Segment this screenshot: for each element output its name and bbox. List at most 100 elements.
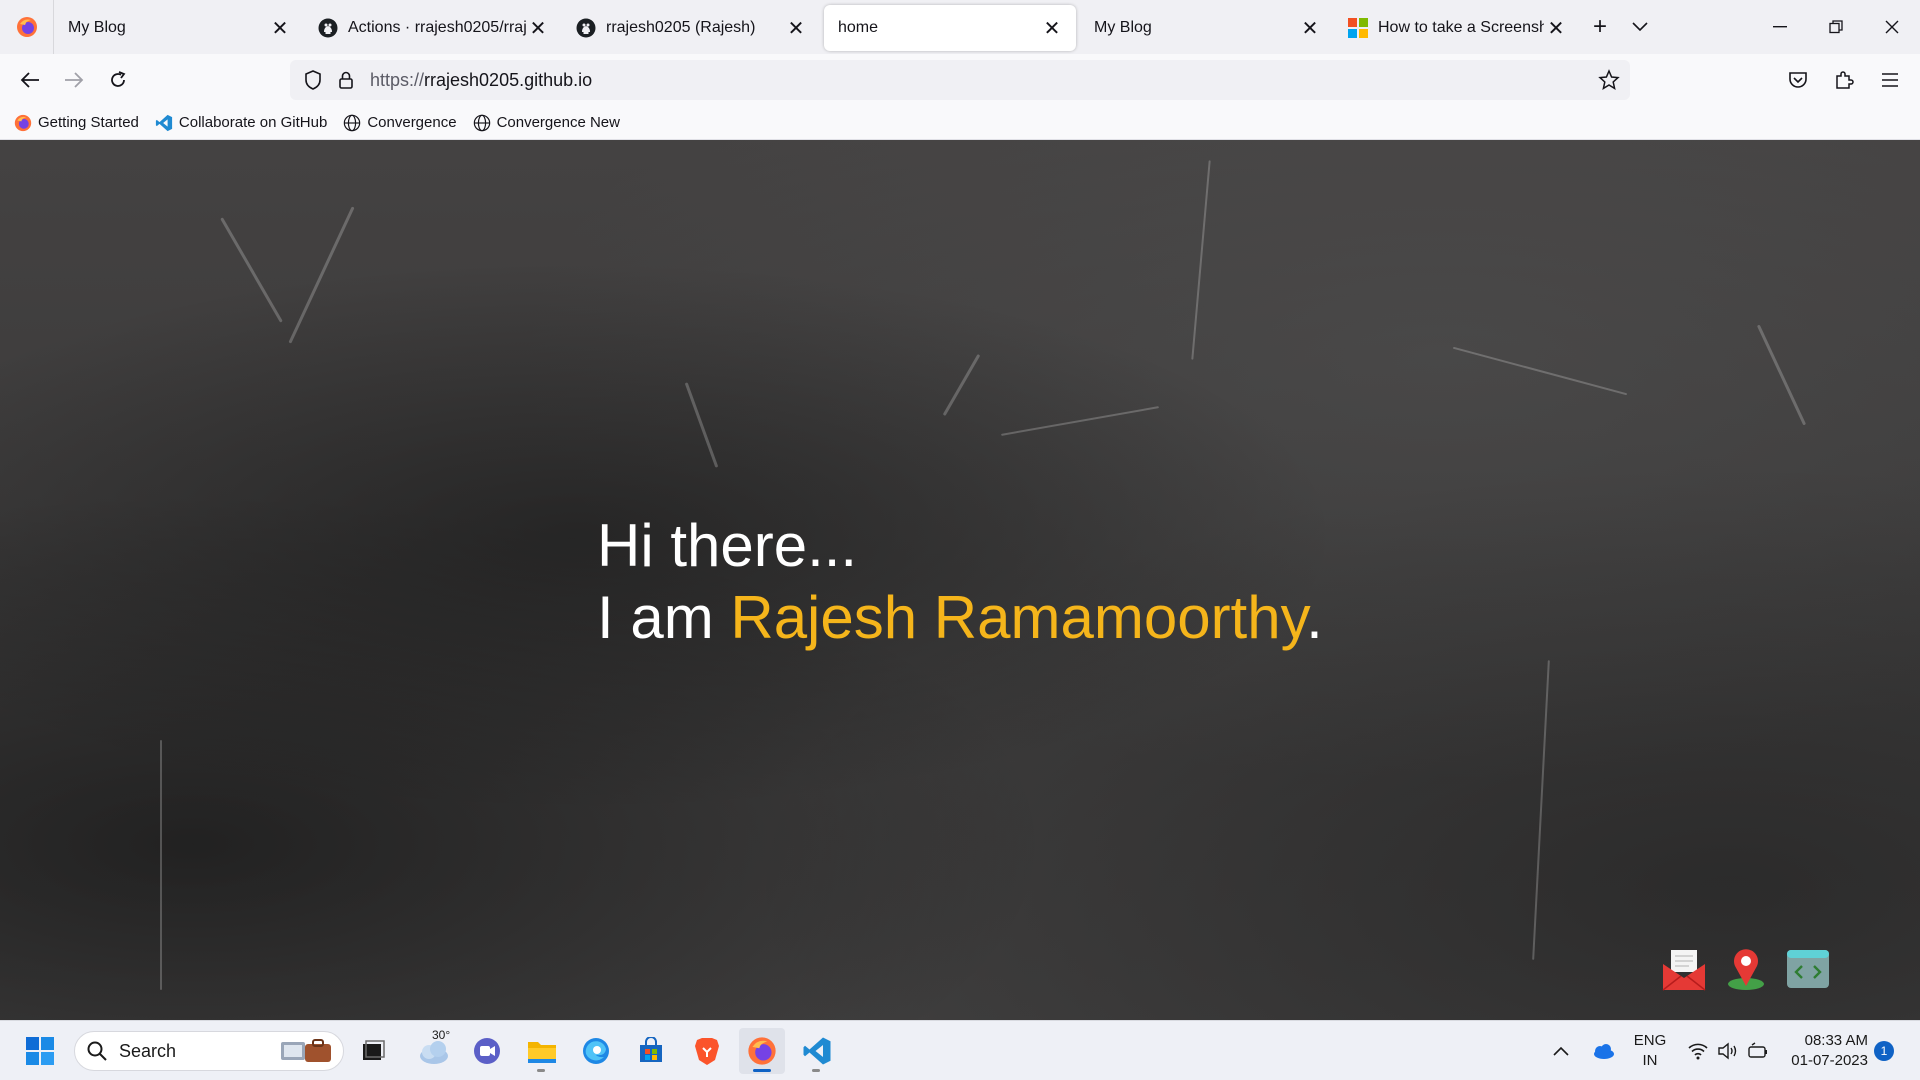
- forward-button[interactable]: [52, 60, 96, 100]
- reload-icon: [111, 71, 126, 87]
- chalk-mark: [684, 382, 719, 468]
- firefox-icon: [14, 114, 32, 132]
- hero-greeting: Hi there... I am Rajesh Ramamoorthy.: [597, 510, 1323, 654]
- url-bar[interactable]: https://rrajesh0205.github.io: [290, 60, 1630, 100]
- bookmark-getting-started[interactable]: Getting Started: [14, 114, 139, 132]
- taskbar-clock[interactable]: 08:33 AM 01-07-2023: [1786, 1031, 1868, 1071]
- star-icon[interactable]: [1598, 69, 1620, 91]
- github-icon: [576, 18, 596, 38]
- extensions-button[interactable]: [1822, 60, 1866, 100]
- brave-button[interactable]: [684, 1028, 730, 1074]
- close-icon[interactable]: ✕: [1298, 16, 1322, 40]
- firefox-icon: [16, 17, 37, 37]
- weather-widget[interactable]: 30°: [406, 1028, 462, 1074]
- close-icon[interactable]: ✕: [784, 16, 808, 40]
- chalk-mark: [1191, 160, 1211, 360]
- store-button[interactable]: [628, 1028, 674, 1074]
- vscode-icon: [155, 114, 173, 132]
- chevron-up-icon: [1553, 1046, 1569, 1056]
- close-window-button[interactable]: [1864, 0, 1920, 54]
- chalkboard-page: Hi there... I am Rajesh Ramamoorthy.: [0, 140, 1920, 1020]
- greeting-line-2: I am Rajesh Ramamoorthy.: [597, 582, 1323, 654]
- mail-icon[interactable]: [1660, 945, 1708, 993]
- author-name: Rajesh Ramamoorthy: [730, 584, 1307, 651]
- tab-title: rrajesh0205 (Rajesh): [606, 19, 756, 36]
- teams-chat-button[interactable]: [464, 1028, 510, 1074]
- firefox-taskbar-button[interactable]: [739, 1028, 785, 1074]
- contact-icons: [1660, 945, 1832, 993]
- tab-title: My Blog: [68, 19, 126, 36]
- tab-screenshot-howto[interactable]: How to take a Screenshot in ✕: [1334, 5, 1580, 51]
- language-code: ENG: [1633, 1032, 1667, 1049]
- bookmark-label: Collaborate on GitHub: [178, 114, 328, 131]
- chalk-mark: [1001, 406, 1159, 436]
- tab-my-blog-1[interactable]: My Blog ✕: [54, 5, 304, 51]
- restore-icon: [1829, 20, 1843, 34]
- close-icon: [1885, 20, 1899, 34]
- reload-button[interactable]: [96, 60, 140, 100]
- notification-badge[interactable]: 1: [1874, 1041, 1894, 1061]
- app-menu-button[interactable]: [1868, 60, 1912, 100]
- url-host: rrajesh0205.github.io: [424, 69, 593, 90]
- start-button[interactable]: [17, 1028, 63, 1074]
- task-view-button[interactable]: [350, 1028, 396, 1074]
- globe-icon: [343, 114, 361, 132]
- tab-github-profile[interactable]: rrajesh0205 (Rajesh) ✕: [562, 5, 820, 51]
- tab-my-blog-2[interactable]: My Blog ✕: [1080, 5, 1334, 51]
- search-highlight-icon: [281, 1039, 331, 1062]
- close-icon[interactable]: ✕: [1040, 16, 1064, 40]
- close-icon[interactable]: ✕: [268, 16, 292, 40]
- language-indicator[interactable]: ENG IN: [1632, 1031, 1668, 1071]
- chevron-down-icon: [1632, 22, 1648, 32]
- code-icon[interactable]: [1784, 945, 1832, 993]
- file-explorer-button[interactable]: [519, 1028, 565, 1074]
- folder-icon: [528, 1042, 556, 1063]
- bookmark-collaborate-github[interactable]: Collaborate on GitHub: [155, 114, 327, 132]
- chalk-mark: [220, 217, 283, 323]
- list-all-tabs-button[interactable]: [1620, 7, 1660, 47]
- chalk-mark: [942, 353, 981, 417]
- url-text[interactable]: https://rrajesh0205.github.io: [370, 70, 592, 91]
- wifi-icon: [1688, 1043, 1708, 1060]
- quick-settings-button[interactable]: [1678, 1028, 1778, 1074]
- lock-icon[interactable]: [338, 70, 354, 90]
- windows-taskbar: Search 30° ENG IN 08:33 AM 01-07-2023 1: [0, 1020, 1920, 1080]
- vscode-button[interactable]: [794, 1028, 840, 1074]
- clock-date: 01-07-2023: [1791, 1052, 1868, 1069]
- onedrive-button[interactable]: [1580, 1028, 1626, 1074]
- show-hidden-icons-button[interactable]: [1538, 1028, 1584, 1074]
- minimize-button[interactable]: [1752, 0, 1808, 54]
- arrow-right-icon: [65, 72, 84, 88]
- url-protocol: https://: [370, 69, 425, 90]
- tab-actions[interactable]: Actions · rrajesh0205/rrajesh ✕: [304, 5, 562, 51]
- close-icon[interactable]: ✕: [1544, 16, 1568, 40]
- bookmark-convergence[interactable]: Convergence: [343, 114, 457, 132]
- tab-bar: My Blog ✕ Actions · rrajesh0205/rrajesh …: [0, 0, 1920, 54]
- taskbar-search[interactable]: Search: [74, 1031, 344, 1071]
- clock-time: 08:33 AM: [1804, 1032, 1868, 1049]
- minimize-icon: [1773, 26, 1787, 28]
- bookmark-convergence-new[interactable]: Convergence New: [473, 114, 620, 132]
- edge-button[interactable]: [573, 1028, 619, 1074]
- store-icon: [640, 1037, 662, 1062]
- location-pin-icon[interactable]: [1722, 945, 1770, 993]
- close-icon[interactable]: ✕: [526, 16, 550, 40]
- running-indicator: [537, 1069, 545, 1072]
- chalk-mark: [288, 206, 355, 344]
- chalk-mark: [160, 740, 162, 990]
- tab-title: My Blog: [1094, 19, 1152, 36]
- shield-icon[interactable]: [304, 70, 322, 90]
- back-button[interactable]: [8, 60, 52, 100]
- github-icon: [318, 18, 338, 38]
- chat-icon: [474, 1038, 500, 1064]
- pocket-button[interactable]: [1776, 60, 1820, 100]
- chalk-mark: [1532, 660, 1550, 960]
- vscode-icon: [803, 1037, 831, 1065]
- arrow-left-icon: [20, 72, 39, 88]
- restore-button[interactable]: [1808, 0, 1864, 54]
- tab-home[interactable]: home ✕: [824, 5, 1076, 51]
- onedrive-cloud-icon: [1594, 1044, 1614, 1059]
- greeting-line-1: Hi there...: [597, 512, 858, 579]
- new-tab-button[interactable]: +: [1580, 7, 1620, 47]
- firefox-view-button[interactable]: [0, 0, 54, 54]
